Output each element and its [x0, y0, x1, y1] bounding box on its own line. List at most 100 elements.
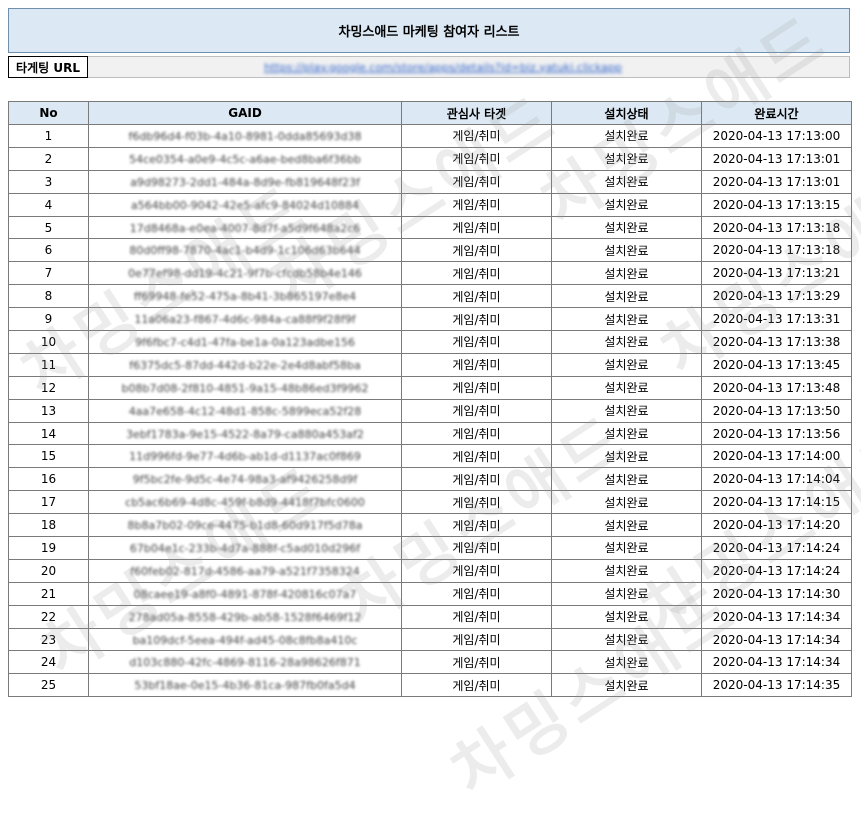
cell-gaid: 17d8468a-e0ea-4007-8d7f-a5d9f648a2c6 — [89, 216, 402, 239]
cell-time: 2020-04-13 17:13:18 — [702, 239, 852, 262]
cell-interest: 게임/취미 — [402, 422, 552, 445]
header-status: 설치상태 — [552, 102, 702, 125]
cell-time: 2020-04-13 17:14:04 — [702, 468, 852, 491]
table-row: 8ff69948-fe52-475a-8b41-3b865197e8e4게임/취… — [9, 285, 852, 308]
cell-status: 설치완료 — [552, 468, 702, 491]
cell-no: 14 — [9, 422, 89, 445]
cell-gaid: f60feb02-817d-4586-aa79-a521f7358324 — [89, 559, 402, 582]
cell-no: 2 — [9, 147, 89, 170]
cell-status: 설치완료 — [552, 582, 702, 605]
cell-time: 2020-04-13 17:13:38 — [702, 331, 852, 354]
cell-gaid: 0e77ef98-dd19-4c21-9f7b-cfcdb58b4e146 — [89, 262, 402, 285]
cell-no: 8 — [9, 285, 89, 308]
targeting-url-link[interactable]: https://play.google.com/store/apps/detai… — [264, 61, 622, 74]
gaid-value: 17d8468a-e0ea-4007-8d7f-a5d9f648a2c6 — [130, 222, 360, 235]
cell-time: 2020-04-13 17:14:34 — [702, 628, 852, 651]
cell-interest: 게임/취미 — [402, 674, 552, 697]
cell-status: 설치완료 — [552, 353, 702, 376]
cell-status: 설치완료 — [552, 262, 702, 285]
cell-no: 5 — [9, 216, 89, 239]
cell-interest: 게임/취미 — [402, 559, 552, 582]
cell-gaid: 4aa7e658-4c12-48d1-858c-5899eca52f28 — [89, 399, 402, 422]
gaid-value: 54ce0354-a0e9-4c5c-a6ae-bed8ba6f36bb — [129, 153, 361, 166]
cell-no: 1 — [9, 125, 89, 148]
cell-status: 설치완료 — [552, 399, 702, 422]
gaid-value: 08caee19-a8f0-4891-878f-420816c07a7 — [134, 588, 357, 601]
table-row: 134aa7e658-4c12-48d1-858c-5899eca52f28게임… — [9, 399, 852, 422]
cell-no: 15 — [9, 445, 89, 468]
cell-interest: 게임/취미 — [402, 491, 552, 514]
cell-gaid: 80d0ff98-7870-4ac1-b4d9-1c106d63b644 — [89, 239, 402, 262]
cell-time: 2020-04-13 17:14:24 — [702, 559, 852, 582]
cell-status: 설치완료 — [552, 125, 702, 148]
cell-no: 3 — [9, 170, 89, 193]
cell-no: 13 — [9, 399, 89, 422]
cell-no: 23 — [9, 628, 89, 651]
cell-interest: 게임/취미 — [402, 216, 552, 239]
cell-time: 2020-04-13 17:13:00 — [702, 125, 852, 148]
cell-interest: 게임/취미 — [402, 170, 552, 193]
cell-gaid: 08caee19-a8f0-4891-878f-420816c07a7 — [89, 582, 402, 605]
cell-status: 설치완료 — [552, 605, 702, 628]
table-row: 2553bf18ae-0e15-4b36-81ca-987fb0fa5d4게임/… — [9, 674, 852, 697]
cell-time: 2020-04-13 17:14:30 — [702, 582, 852, 605]
cell-no: 22 — [9, 605, 89, 628]
table-row: 680d0ff98-7870-4ac1-b4d9-1c106d63b644게임/… — [9, 239, 852, 262]
table-row: 70e77ef98-dd19-4c21-9f7b-cfcdb58b4e146게임… — [9, 262, 852, 285]
header-no: No — [9, 102, 89, 125]
gaid-value: f60feb02-817d-4586-aa79-a521f7358324 — [130, 565, 359, 578]
cell-interest: 게임/취미 — [402, 628, 552, 651]
cell-time: 2020-04-13 17:14:24 — [702, 537, 852, 560]
cell-gaid: 11a06a23-f867-4d6c-984a-ca88f9f28f9f — [89, 308, 402, 331]
table-header-row: No GAID 관심사 타겟 설치상태 완료시간 — [9, 102, 852, 125]
gaid-value: d103c880-42fc-4869-8116-28a98626f871 — [129, 656, 360, 669]
cell-no: 24 — [9, 651, 89, 674]
cell-interest: 게임/취미 — [402, 445, 552, 468]
cell-status: 설치완료 — [552, 308, 702, 331]
cell-gaid: cb5ac6b69-4d8c-459f-b8d9-4418f7bfc0600 — [89, 491, 402, 514]
table-row: 254ce0354-a0e9-4c5c-a6ae-bed8ba6f36bb게임/… — [9, 147, 852, 170]
cell-gaid: 54ce0354-a0e9-4c5c-a6ae-bed8ba6f36bb — [89, 147, 402, 170]
table-row: 4a564bb00-9042-42e5-afc9-84024d10884게임/취… — [9, 193, 852, 216]
cell-status: 설치완료 — [552, 559, 702, 582]
cell-status: 설치완료 — [552, 239, 702, 262]
cell-gaid: f6db96d4-f03b-4a10-8981-0dda85693d38 — [89, 125, 402, 148]
table-row: 2108caee19-a8f0-4891-878f-420816c07a7게임/… — [9, 582, 852, 605]
cell-interest: 게임/취미 — [402, 651, 552, 674]
cell-status: 설치완료 — [552, 147, 702, 170]
cell-gaid: 3ebf1783a-9e15-4522-8a79-ca880a453af2 — [89, 422, 402, 445]
cell-time: 2020-04-13 17:14:35 — [702, 674, 852, 697]
cell-interest: 게임/취미 — [402, 514, 552, 537]
cell-status: 설치완료 — [552, 628, 702, 651]
participant-table: No GAID 관심사 타겟 설치상태 완료시간 1f6db96d4-f03b-… — [8, 101, 852, 697]
cell-interest: 게임/취미 — [402, 285, 552, 308]
cell-time: 2020-04-13 17:13:21 — [702, 262, 852, 285]
cell-interest: 게임/취미 — [402, 353, 552, 376]
cell-status: 설치완료 — [552, 537, 702, 560]
cell-time: 2020-04-13 17:14:00 — [702, 445, 852, 468]
cell-gaid: 53bf18ae-0e15-4b36-81ca-987fb0fa5d4 — [89, 674, 402, 697]
table-row: 17cb5ac6b69-4d8c-459f-b8d9-4418f7bfc0600… — [9, 491, 852, 514]
cell-status: 설치완료 — [552, 674, 702, 697]
gaid-value: 0e77ef98-dd19-4c21-9f7b-cfcdb58b4e146 — [128, 267, 362, 280]
cell-status: 설치완료 — [552, 170, 702, 193]
table-row: 143ebf1783a-9e15-4522-8a79-ca880a453af2게… — [9, 422, 852, 445]
page-title: 차밍스애드 마케팅 참여자 리스트 — [8, 8, 850, 53]
cell-gaid: ff69948-fe52-475a-8b41-3b865197e8e4 — [89, 285, 402, 308]
gaid-value: ba109dcf-5eea-494f-ad45-08c8fb8a410c — [133, 634, 358, 647]
cell-gaid: 9f6fbc7-c4d1-47fa-be1a-0a123adbe156 — [89, 331, 402, 354]
gaid-value: a564bb00-9042-42e5-afc9-84024d10884 — [131, 199, 359, 212]
cell-gaid: ba109dcf-5eea-494f-ad45-08c8fb8a410c — [89, 628, 402, 651]
gaid-value: f6375dc5-87dd-442d-b22e-2e4d8abf58ba — [129, 359, 361, 372]
cell-status: 설치완료 — [552, 331, 702, 354]
cell-status: 설치완료 — [552, 514, 702, 537]
cell-time: 2020-04-13 17:13:56 — [702, 422, 852, 445]
cell-gaid: a9d98273-2dd1-484a-8d9e-fb819648f23f — [89, 170, 402, 193]
table-row: 109f6fbc7-c4d1-47fa-be1a-0a123adbe156게임/… — [9, 331, 852, 354]
gaid-value: 53bf18ae-0e15-4b36-81ca-987fb0fa5d4 — [134, 679, 355, 692]
header-gaid: GAID — [89, 102, 402, 125]
cell-interest: 게임/취미 — [402, 468, 552, 491]
table-row: 23 ba109dcf-5eea-494f-ad45-08c8fb8a410c 게임… — [9, 628, 852, 651]
cell-status: 설치완료 — [552, 216, 702, 239]
table-row: 1f6db96d4-f03b-4a10-8981-0dda85693d38게임/… — [9, 125, 852, 148]
